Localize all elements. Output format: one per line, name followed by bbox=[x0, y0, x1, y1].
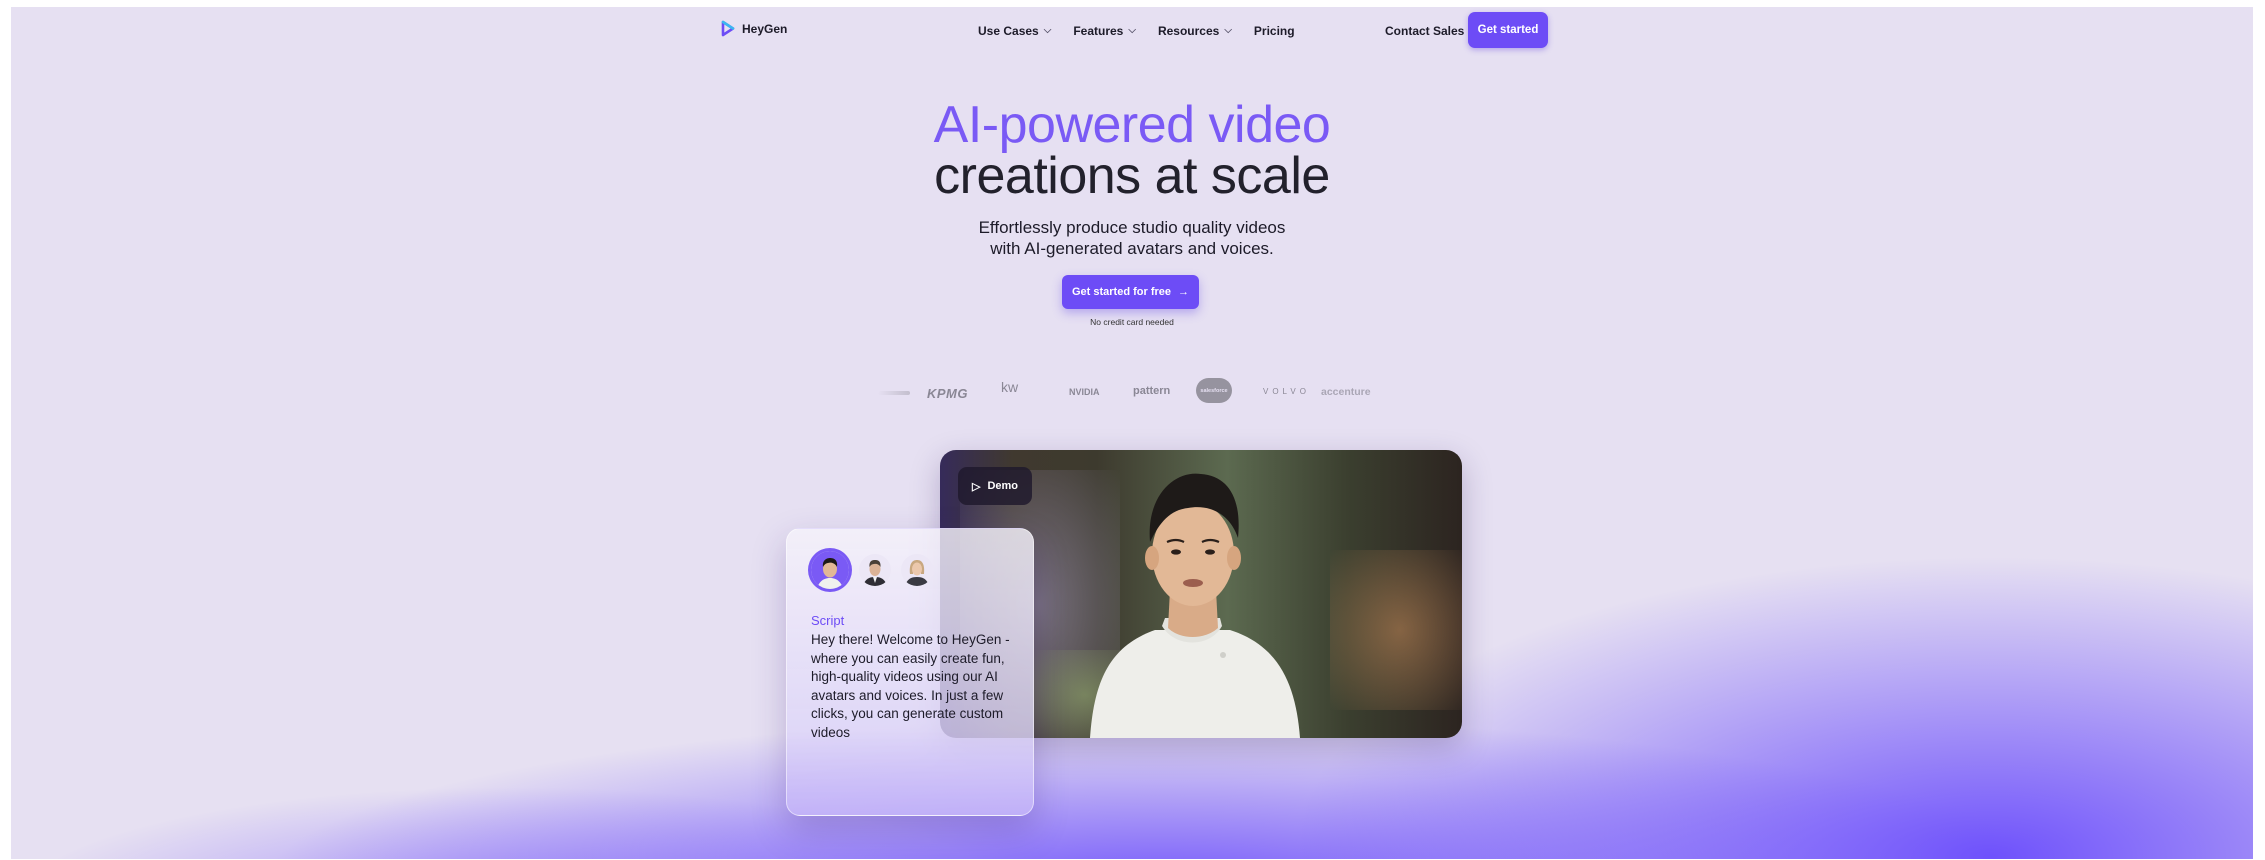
avatar-option[interactable] bbox=[901, 554, 933, 586]
chevron-down-icon: ⌵ bbox=[1224, 24, 1232, 36]
presenter-image bbox=[1090, 473, 1300, 738]
script-card: Script Hey there! Welcome to HeyGen - wh… bbox=[786, 528, 1034, 816]
main-nav: Use Cases ⌵ Features ⌵ Resources ⌵ Prici… bbox=[978, 24, 1295, 38]
chevron-down-icon: ⌵ bbox=[1128, 24, 1136, 36]
kpmg-logo: KPMG bbox=[927, 386, 968, 401]
logo-text: HeyGen bbox=[742, 21, 788, 36]
nav-use-cases[interactable]: Use Cases ⌵ bbox=[978, 24, 1051, 38]
nav-features[interactable]: Features ⌵ bbox=[1073, 24, 1136, 38]
page: HeyGen Use Cases ⌵ Features ⌵ Resources … bbox=[11, 7, 2253, 859]
hero-subtitle-line2: with AI-generated avatars and voices. bbox=[990, 239, 1274, 258]
script-text: Hey there! Welcome to HeyGen - where you… bbox=[811, 632, 1010, 740]
kw-logo: kw bbox=[1001, 379, 1019, 395]
avatar-option[interactable] bbox=[859, 554, 891, 586]
chevron-down-icon: ⌵ bbox=[1043, 24, 1052, 36]
no-credit-card-note: No credit card needed bbox=[1090, 317, 1174, 327]
script-label: Script bbox=[811, 613, 845, 628]
salesforce-logo: salesforce bbox=[1196, 378, 1232, 403]
hero-title-line2: creations at scale bbox=[934, 147, 1330, 205]
get-started-free-button[interactable]: Get started for free → bbox=[1062, 275, 1199, 309]
cta-label: Get started for free bbox=[1071, 286, 1172, 298]
hero-subtitle-line1: Effortlessly produce studio quality vide… bbox=[978, 218, 1286, 237]
nav-use-cases-label: Use Cases bbox=[978, 24, 1039, 38]
heygen-logo-icon bbox=[720, 20, 736, 37]
heygen-logo[interactable]: HeyGen bbox=[720, 20, 787, 37]
demo-badge[interactable]: ▷ Demo bbox=[958, 467, 1032, 505]
avatar-selector bbox=[811, 551, 933, 589]
nav-resources[interactable]: Resources ⌵ bbox=[1158, 24, 1232, 38]
hero-title-line1: AI-powered video bbox=[933, 96, 1331, 154]
demo-label: Demo bbox=[987, 480, 1019, 492]
arrow-right-icon: → bbox=[1178, 286, 1190, 298]
nav-features-label: Features bbox=[1073, 24, 1124, 38]
faded-logo bbox=[878, 391, 910, 395]
nav-resources-label: Resources bbox=[1157, 24, 1220, 38]
accenture-logo: accenture bbox=[1321, 386, 1371, 398]
nvidia-logo: NVIDIA bbox=[1069, 387, 1100, 397]
nav-pricing-label: Pricing bbox=[1253, 24, 1295, 38]
avatar-selected[interactable] bbox=[811, 551, 849, 589]
volvo-logo: VOLVO bbox=[1263, 387, 1310, 396]
contact-sales-link[interactable]: Contact Sales bbox=[1385, 24, 1464, 38]
nav-pricing[interactable]: Pricing bbox=[1254, 24, 1295, 38]
play-icon: ▷ bbox=[971, 480, 981, 493]
customer-logos: KPMG kw NVIDIA pattern salesforce VOLVO … bbox=[11, 377, 2253, 417]
pattern-logo: pattern bbox=[1133, 385, 1171, 397]
get-started-button[interactable]: Get started bbox=[1468, 12, 1548, 48]
